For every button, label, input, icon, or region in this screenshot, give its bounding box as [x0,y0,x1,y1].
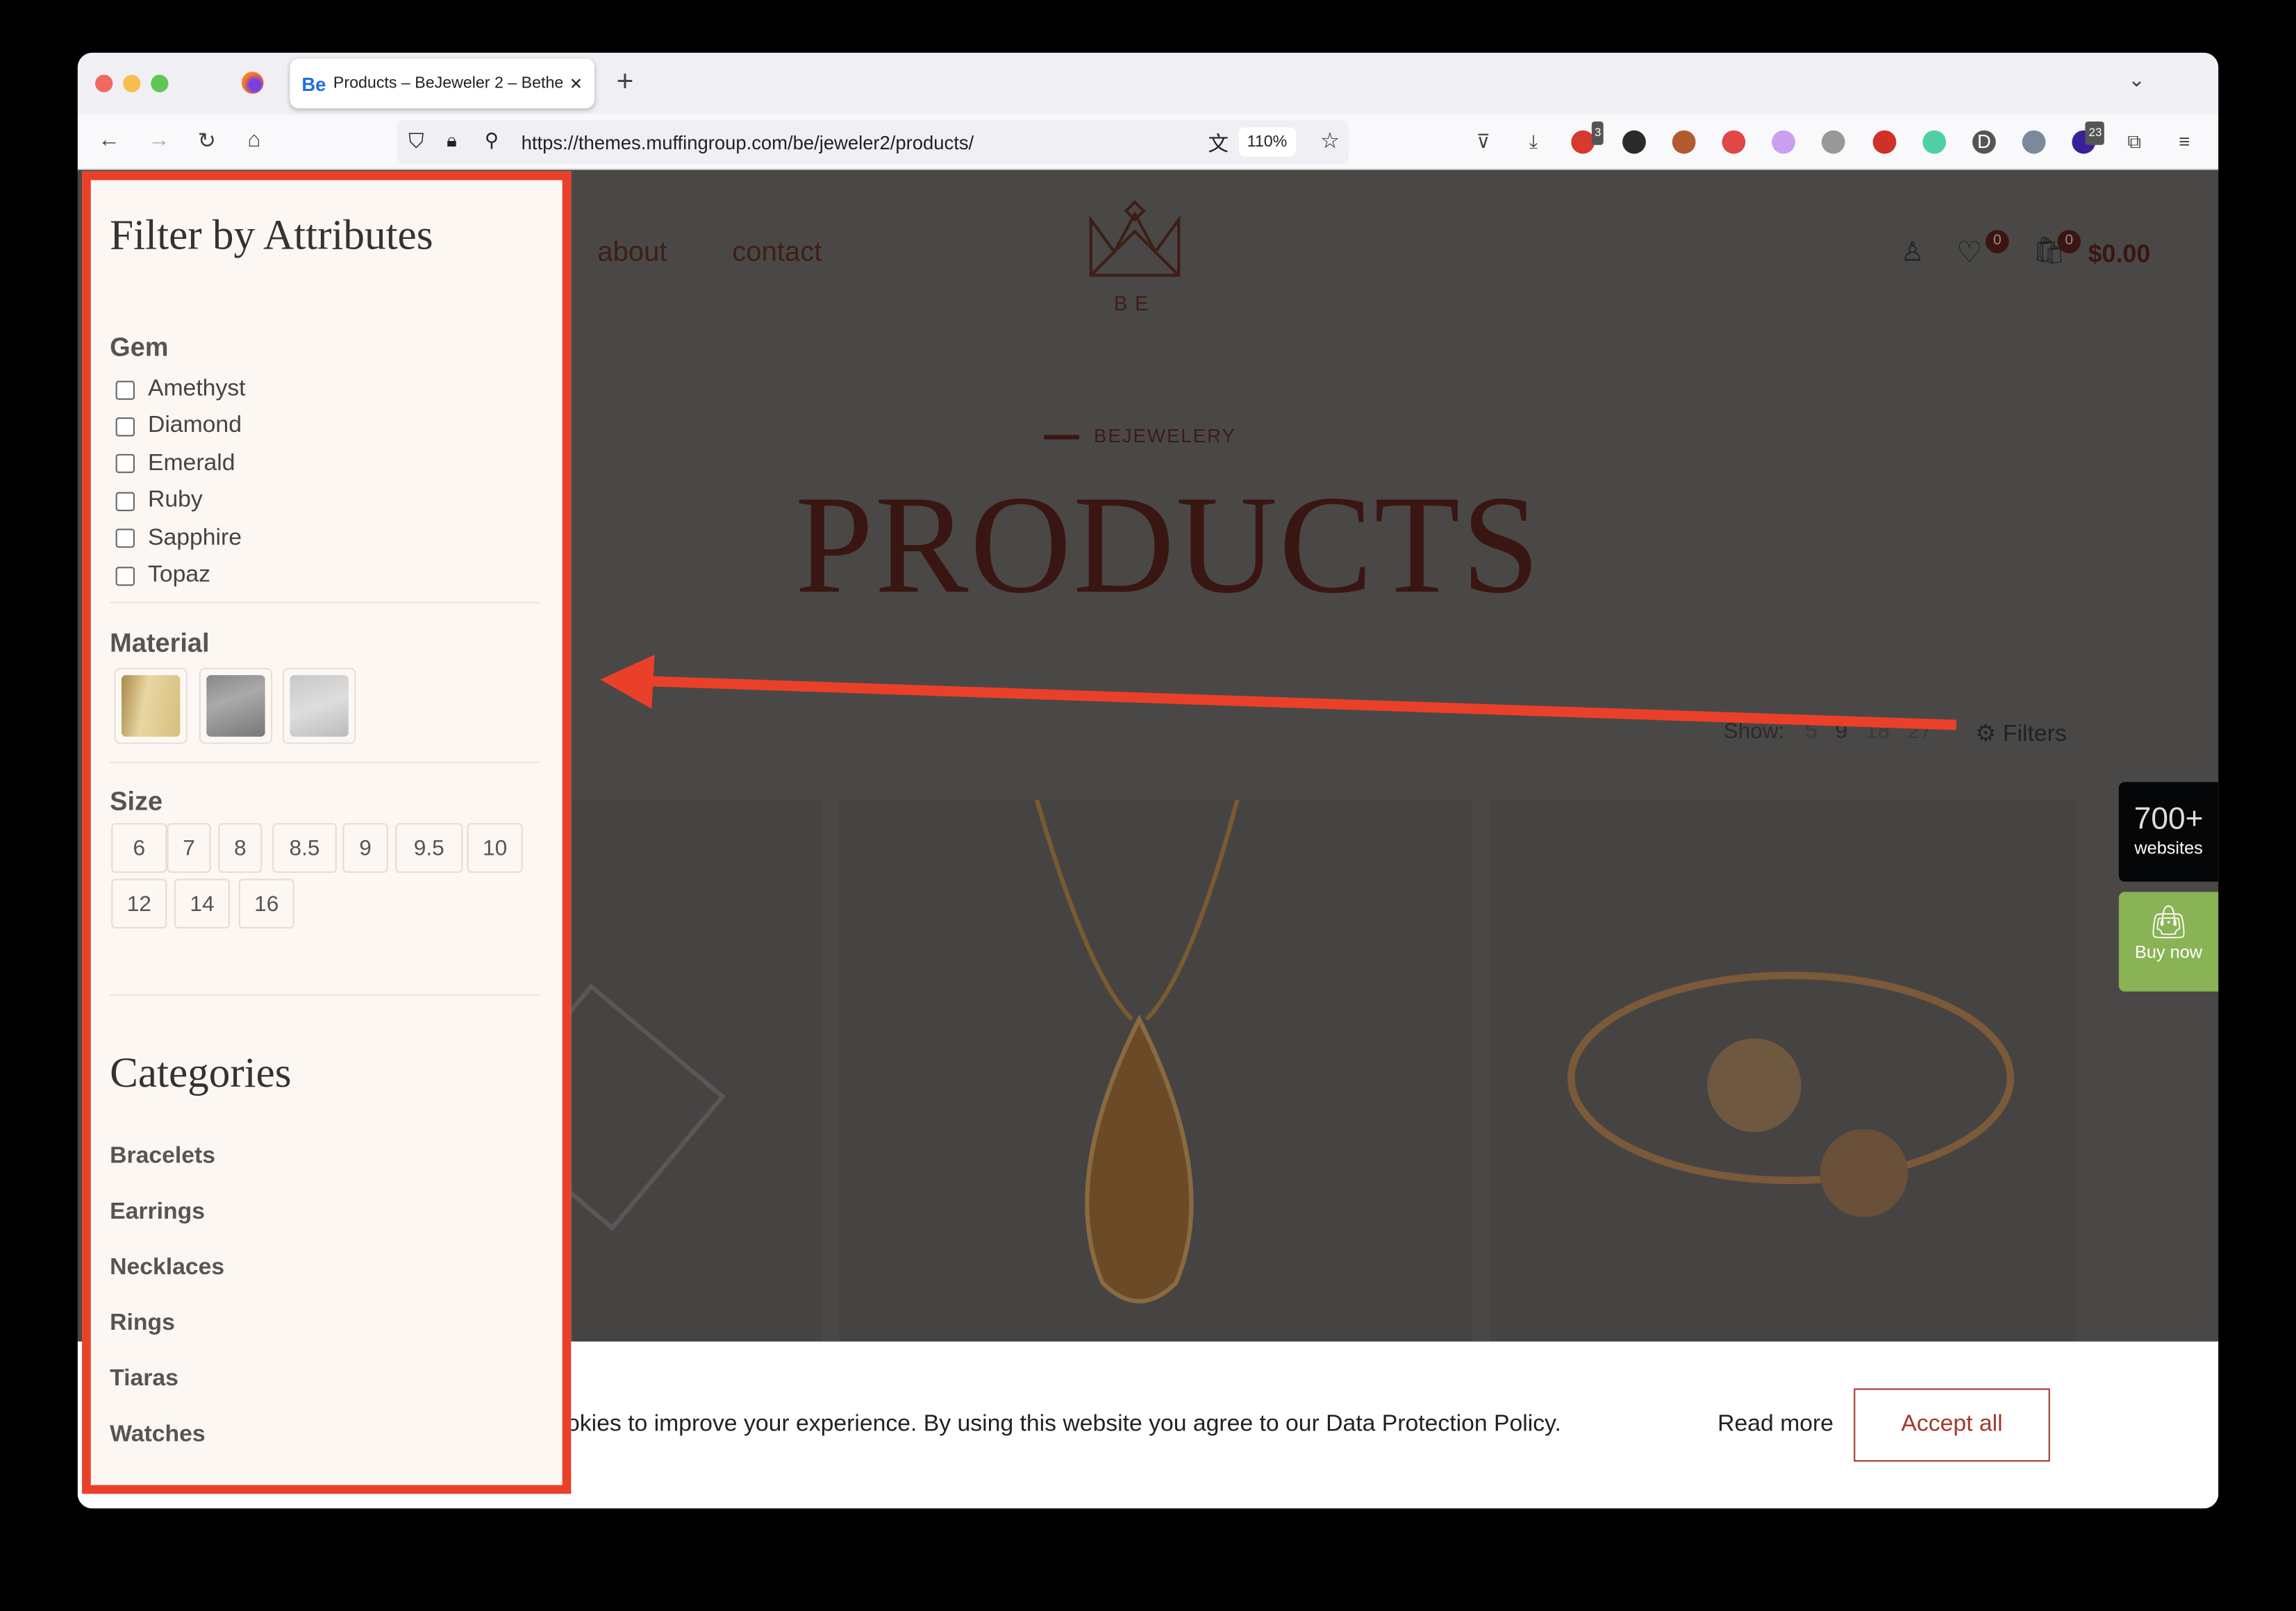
annotation-arrow [600,654,1957,731]
